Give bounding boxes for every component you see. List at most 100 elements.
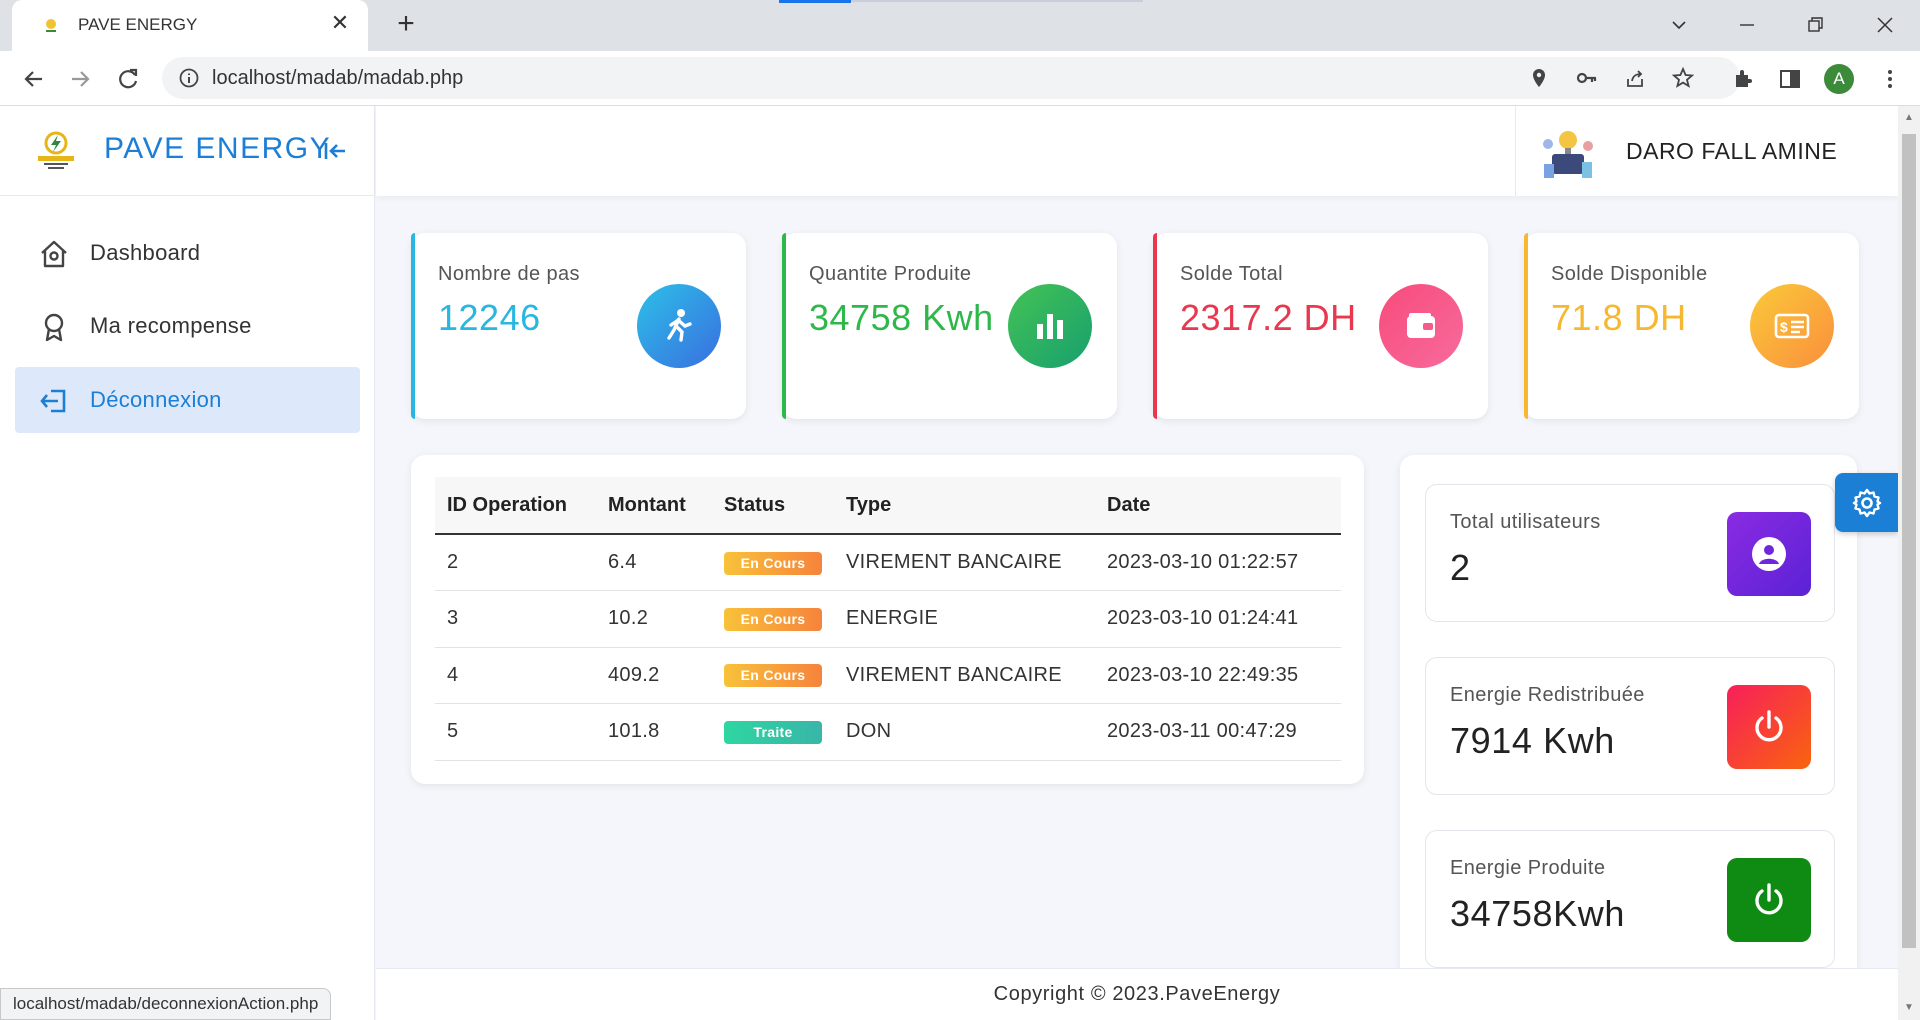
cell-type: DON bbox=[834, 703, 1095, 761]
table-row: 2 6.4 En Cours VIREMENT BANCAIRE 2023-03… bbox=[435, 534, 1341, 591]
status-badge: Traite bbox=[724, 720, 822, 744]
brand-header: PAVE ENERGY bbox=[0, 106, 375, 196]
power-icon bbox=[1727, 685, 1811, 769]
logout-icon bbox=[40, 389, 66, 413]
summary-panel: Total utilisateurs 2 Energie Redistribué… bbox=[1400, 455, 1857, 1020]
cell-date: 2023-03-10 01:24:41 bbox=[1095, 590, 1341, 648]
url-text[interactable]: localhost/madab/madab.php bbox=[212, 67, 463, 90]
summary-value: 34758Kwh bbox=[1450, 893, 1625, 934]
copyright-text: Copyright © 2023.PaveEnergy bbox=[993, 983, 1281, 1005]
loading-track bbox=[851, 0, 1143, 2]
scrollbar-thumb[interactable] bbox=[1902, 134, 1916, 948]
address-bar[interactable]: localhost/madab/madab.php bbox=[162, 57, 1740, 99]
restore-icon[interactable] bbox=[1801, 10, 1831, 40]
column-header: Type bbox=[834, 477, 1095, 535]
stat-label: Quantite Produite bbox=[809, 263, 972, 285]
settings-button[interactable] bbox=[1835, 473, 1898, 532]
cell-id: 2 bbox=[435, 534, 596, 591]
walking-icon bbox=[637, 284, 721, 368]
stat-card-available-balance: Solde Disponible 71.8 DH $ bbox=[1524, 233, 1859, 419]
browser-tab-bar: PAVE ENERGY ✕ + bbox=[0, 0, 1920, 51]
bar-chart-icon bbox=[1008, 284, 1092, 368]
brand-name: PAVE ENERGY bbox=[104, 132, 332, 165]
cell-status: En Cours bbox=[712, 647, 834, 704]
forward-icon[interactable] bbox=[64, 63, 96, 95]
status-badge: En Cours bbox=[724, 607, 822, 631]
table-header-row: ID Operation Montant Status Type Date bbox=[435, 477, 1341, 535]
cell-date: 2023-03-11 00:47:29 bbox=[1095, 703, 1341, 761]
money-card-icon: $ bbox=[1750, 284, 1834, 368]
card-accent bbox=[782, 233, 786, 419]
cell-montant: 10.2 bbox=[596, 590, 712, 648]
stat-value: 71.8 DH bbox=[1551, 297, 1687, 338]
stat-card-total-balance: Solde Total 2317.2 DH bbox=[1153, 233, 1488, 419]
sidebar-item-label: Déconnexion bbox=[90, 387, 222, 412]
wallet-icon bbox=[1379, 284, 1463, 368]
summary-card-users: Total utilisateurs 2 bbox=[1425, 484, 1835, 622]
gear-icon bbox=[1852, 488, 1882, 518]
cell-montant: 101.8 bbox=[596, 703, 712, 761]
cell-montant: 6.4 bbox=[596, 534, 712, 591]
cell-type: ENERGIE bbox=[834, 590, 1095, 648]
sidebar-item-label: Ma recompense bbox=[90, 313, 252, 338]
location-icon[interactable] bbox=[1528, 67, 1550, 89]
loading-indicator bbox=[779, 0, 851, 3]
stat-value: 34758 Kwh bbox=[809, 297, 994, 338]
summary-value: 2 bbox=[1450, 547, 1471, 588]
status-badge: En Cours bbox=[724, 551, 822, 575]
page-content: PAVE ENERGY Dashboard Ma recompense Déco… bbox=[0, 106, 1898, 1020]
table-row: 5 101.8 Traite DON 2023-03-11 00:47:29 bbox=[435, 703, 1341, 761]
browser-toolbar: localhost/madab/madab.php A bbox=[0, 51, 1920, 106]
browser-tab[interactable]: PAVE ENERGY ✕ bbox=[12, 0, 368, 51]
footer: Copyright © 2023.PaveEnergy bbox=[376, 968, 1898, 1020]
scroll-up-icon[interactable]: ▲ bbox=[1903, 112, 1915, 124]
stat-label: Nombre de pas bbox=[438, 263, 580, 285]
cell-date: 2023-03-10 01:22:57 bbox=[1095, 534, 1341, 591]
stat-value: 2317.2 DH bbox=[1180, 297, 1357, 338]
stat-card-steps: Nombre de pas 12246 bbox=[411, 233, 746, 419]
password-key-icon[interactable] bbox=[1576, 67, 1598, 89]
summary-card-redistributed: Energie Redistribuée 7914 Kwh bbox=[1425, 657, 1835, 795]
stat-label: Solde Total bbox=[1180, 263, 1283, 285]
close-window-icon[interactable] bbox=[1870, 10, 1900, 40]
user-avatar bbox=[1543, 131, 1593, 178]
bookmark-star-icon[interactable] bbox=[1672, 67, 1694, 89]
svg-text:$: $ bbox=[1780, 319, 1788, 335]
card-accent bbox=[1153, 233, 1157, 419]
sidebar-item-deconnexion[interactable]: Déconnexion bbox=[15, 367, 360, 433]
share-icon[interactable] bbox=[1624, 67, 1646, 89]
minimize-icon[interactable] bbox=[1732, 10, 1762, 40]
site-favicon-icon bbox=[46, 19, 56, 32]
site-info-icon[interactable] bbox=[178, 67, 200, 89]
table-row: 3 10.2 En Cours ENERGIE 2023-03-10 01:24… bbox=[435, 590, 1341, 648]
sidebar-item-dashboard[interactable]: Dashboard bbox=[15, 220, 360, 286]
cell-id: 5 bbox=[435, 703, 596, 761]
tab-search-icon[interactable] bbox=[1664, 10, 1694, 40]
operations-table: ID Operation Montant Status Type Date 2 … bbox=[435, 477, 1341, 761]
back-icon[interactable] bbox=[18, 63, 50, 95]
extensions-icon[interactable] bbox=[1731, 67, 1755, 91]
user-profile[interactable]: DARO FALL AMINE bbox=[1515, 106, 1898, 196]
cell-status: Traite bbox=[712, 703, 834, 761]
summary-label: Energie Produite bbox=[1450, 857, 1606, 879]
cell-status: En Cours bbox=[712, 534, 834, 591]
card-accent bbox=[1524, 233, 1528, 419]
sidebar-item-recompense[interactable]: Ma recompense bbox=[15, 293, 360, 359]
column-header: Status bbox=[712, 477, 834, 535]
profile-avatar[interactable]: A bbox=[1824, 64, 1854, 94]
summary-label: Energie Redistribuée bbox=[1450, 684, 1645, 706]
page-scrollbar[interactable]: ▲ ▼ bbox=[1898, 106, 1920, 1020]
collapse-sidebar-icon[interactable] bbox=[320, 136, 350, 166]
home-icon bbox=[41, 240, 67, 268]
stat-value: 12246 bbox=[438, 297, 541, 338]
user-name: DARO FALL AMINE bbox=[1626, 138, 1838, 164]
cell-type: VIREMENT BANCAIRE bbox=[834, 534, 1095, 591]
browser-menu-icon[interactable] bbox=[1878, 67, 1902, 91]
cell-montant: 409.2 bbox=[596, 647, 712, 704]
new-tab-button[interactable]: + bbox=[392, 9, 420, 39]
scroll-down-icon[interactable]: ▼ bbox=[1903, 1002, 1915, 1014]
side-panel-icon[interactable] bbox=[1778, 67, 1802, 91]
cell-type: VIREMENT BANCAIRE bbox=[834, 647, 1095, 704]
tab-close-icon[interactable]: ✕ bbox=[328, 11, 352, 35]
reload-icon[interactable] bbox=[112, 63, 144, 95]
